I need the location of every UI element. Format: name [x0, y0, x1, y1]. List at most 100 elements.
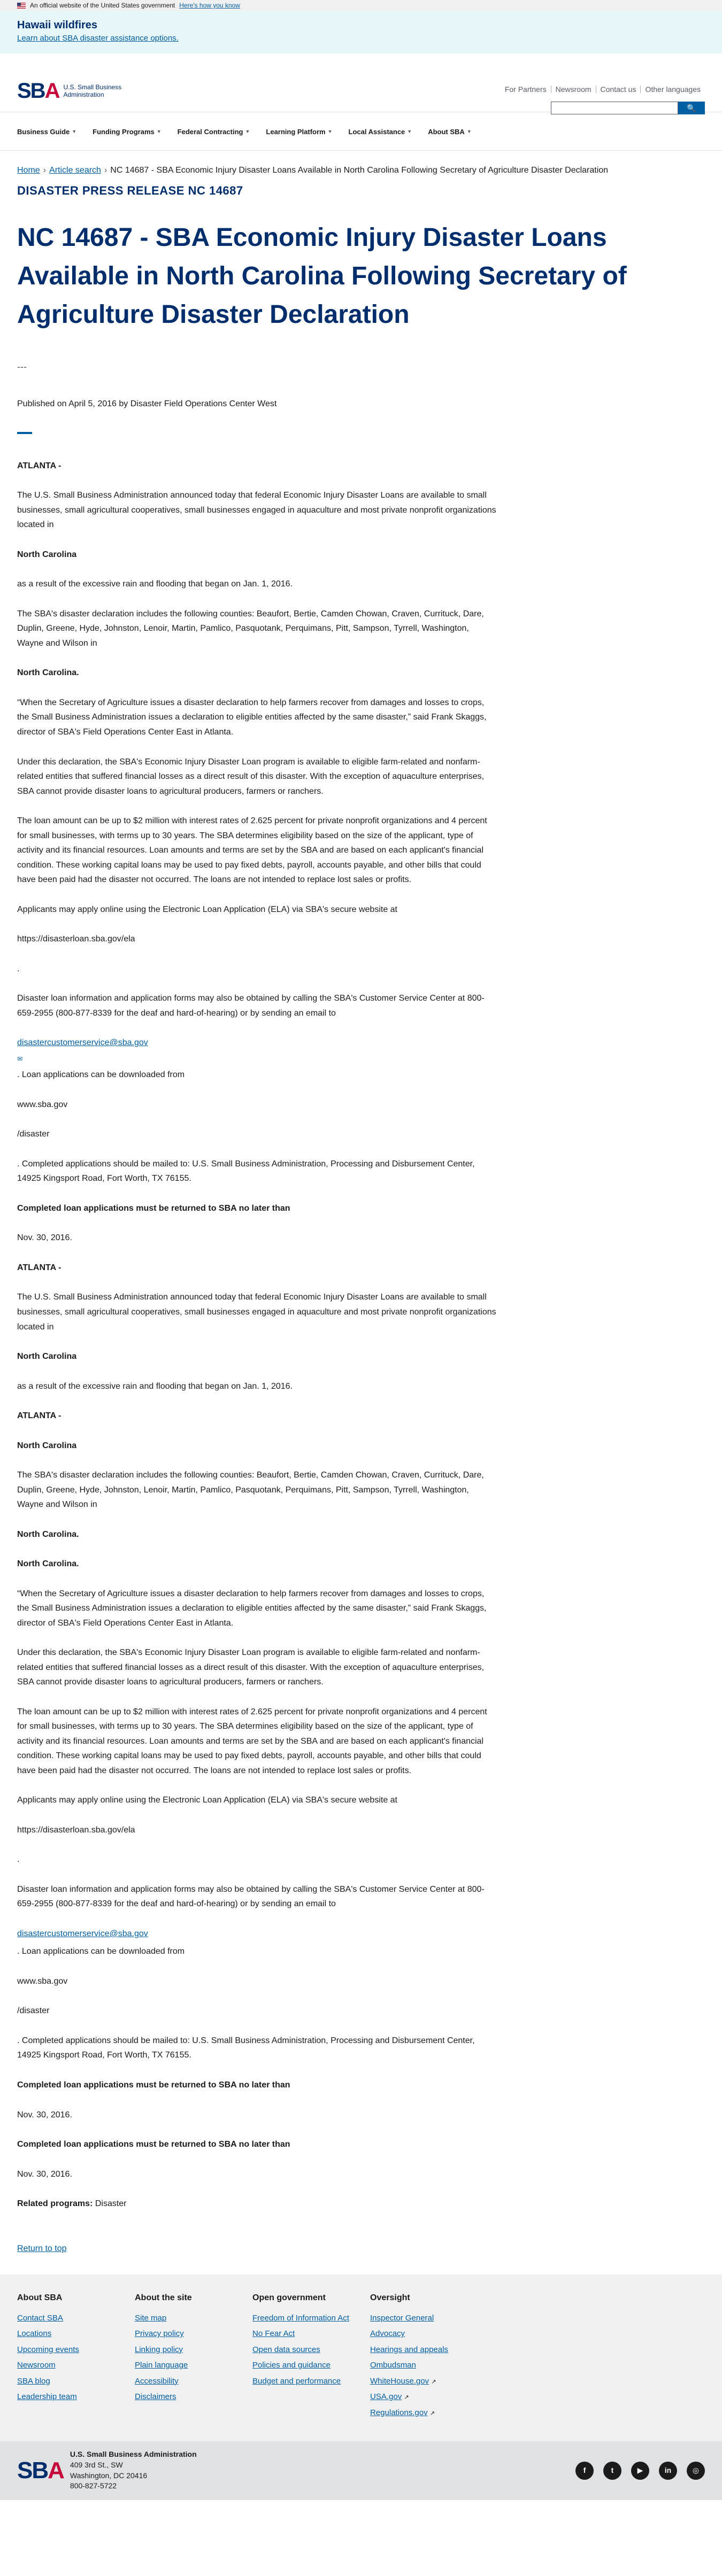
nav-learning-platform[interactable]: Learning Platform ▼ — [266, 127, 332, 137]
gov-banner-link[interactable]: Here's how you know — [179, 1, 240, 10]
alert-banner: Hawaii wildfires Learn about SBA disaste… — [0, 11, 722, 53]
footer-column-about-site: About the site Site map Privacy policy L… — [135, 2292, 252, 2441]
state-name: North Carolina — [17, 550, 77, 559]
chevron-down-icon: ▼ — [407, 128, 412, 134]
paragraph-mail: . Completed applications should be maile… — [17, 2036, 475, 2060]
search-form: 🔍 — [551, 102, 705, 114]
footer-link[interactable]: Newsroom — [17, 2361, 56, 2370]
related-programs-value: Disaster — [95, 2199, 127, 2209]
utility-link-contact[interactable]: Contact us — [595, 86, 641, 93]
dateline: ATLANTA - — [17, 461, 62, 470]
search-icon: 🔍 — [687, 103, 696, 112]
chevron-down-icon: ▼ — [466, 128, 472, 134]
footer-link[interactable]: Open data sources — [252, 2345, 320, 2354]
published-info: Published on April 5, 2016 by Disaster F… — [17, 399, 277, 408]
footer-link[interactable]: Disclaimers — [135, 2392, 176, 2401]
footer-column-open-government: Open government Freedom of Information A… — [252, 2292, 370, 2441]
article-body: ATLANTA - The U.S. Small Business Admini… — [0, 434, 513, 2211]
sba-logo[interactable]: SBA U.S. Small Business Administration — [17, 80, 121, 102]
paragraph-download: . Loan applications can be downloaded fr… — [17, 1070, 185, 1080]
email-link[interactable]: disastercustomerservice@sba.gov — [17, 1038, 148, 1047]
footer-link[interactable]: Accessibility — [135, 2377, 179, 2386]
deadline-date: Nov. 30, 2016. — [17, 1233, 72, 1243]
external-link-icon: ↗ — [429, 2410, 435, 2417]
instagram-icon[interactable]: ◎ — [687, 2461, 705, 2480]
footer-link[interactable]: USA.gov — [370, 2392, 402, 2401]
twitter-icon[interactable]: t — [603, 2461, 621, 2480]
nav-business-guide[interactable]: Business Guide ▼ — [17, 127, 76, 137]
facebook-icon[interactable]: f — [575, 2461, 594, 2480]
footer-link[interactable]: Leadership team — [17, 2392, 77, 2401]
footer-link[interactable]: No Fear Act — [252, 2329, 295, 2338]
email-link[interactable]: disastercustomerservice@sba.gov — [17, 1929, 148, 1938]
footer-link[interactable]: Linking policy — [135, 2345, 183, 2354]
footer-link[interactable]: Contact SBA — [17, 2314, 63, 2323]
footer-link[interactable]: Policies and guidance — [252, 2361, 331, 2370]
related-programs-label: Related programs: — [17, 2199, 93, 2209]
nav-local-assistance[interactable]: Local Assistance ▼ — [349, 127, 412, 137]
chevron-down-icon: ▼ — [156, 128, 162, 134]
search-button[interactable]: 🔍 — [678, 102, 705, 114]
footer-link[interactable]: Advocacy — [370, 2329, 405, 2338]
paragraph-apply: Applicants may apply online using the El… — [17, 1796, 397, 1805]
footer-address: U.S. Small Business Administration 409 3… — [70, 2449, 197, 2491]
footer-link[interactable]: Inspector General — [370, 2314, 434, 2323]
footer-link[interactable]: Hearings and appeals — [370, 2345, 448, 2354]
linkedin-icon[interactable]: in — [659, 2461, 677, 2480]
footer-link[interactable]: Plain language — [135, 2361, 188, 2370]
chevron-down-icon: ▼ — [327, 128, 333, 134]
breadcrumb-home[interactable]: Home — [17, 164, 40, 177]
nav-funding-programs[interactable]: Funding Programs ▼ — [93, 127, 161, 137]
alert-link[interactable]: Learn about SBA disaster assistance opti… — [17, 34, 179, 43]
breadcrumb-article-search[interactable]: Article search — [49, 164, 101, 177]
paragraph-result: as a result of the excessive rain and fl… — [17, 1381, 293, 1391]
footer-link[interactable]: Freedom of Information Act — [252, 2314, 349, 2323]
deadline-label: Completed loan applications must be retu… — [17, 2080, 290, 2090]
footer-link[interactable]: SBA blog — [17, 2377, 50, 2386]
deadline-label: Completed loan applications must be retu… — [17, 2140, 290, 2149]
external-link-icon: ↗ — [404, 2394, 409, 2401]
state-name: North Carolina — [17, 1441, 77, 1450]
search-input[interactable] — [551, 102, 678, 114]
utility-link-partners[interactable]: For Partners — [501, 86, 551, 93]
state-name: North Carolina — [17, 1352, 77, 1362]
return-to-top: Return to top — [0, 2226, 722, 2275]
footer-link[interactable]: Locations — [17, 2329, 51, 2338]
return-to-top-link[interactable]: Return to top — [17, 2244, 67, 2253]
nav-about-sba[interactable]: About SBA ▼ — [428, 127, 472, 137]
paragraph-download: . Loan applications can be downloaded fr… — [17, 1947, 185, 1956]
footer-link[interactable]: Regulations.gov — [370, 2408, 428, 2417]
footer-address-line1: 409 3rd St., SW — [70, 2460, 123, 2469]
footer-link[interactable]: Privacy policy — [135, 2329, 184, 2338]
breadcrumb-current: NC 14687 - SBA Economic Injury Disaster … — [110, 166, 609, 175]
paragraph-amount: The loan amount can be up to $2 million … — [17, 816, 487, 885]
footer-link[interactable]: Upcoming events — [17, 2345, 79, 2354]
state-name: North Carolina. — [17, 1529, 79, 1539]
disaster-path: /disaster — [17, 1130, 50, 1139]
disaster-path: /disaster — [17, 2006, 50, 2016]
youtube-icon[interactable]: ▶ — [631, 2461, 649, 2480]
footer-link[interactable]: Budget and performance — [252, 2377, 341, 2386]
social-links: f t ▶ in ◎ — [575, 2461, 705, 2480]
dateline: ATLANTA - — [17, 1263, 62, 1272]
utility-link-newsroom[interactable]: Newsroom — [550, 86, 596, 93]
paragraph-apply: Applicants may apply online using the El… — [17, 904, 397, 914]
site-footer: About SBA Contact SBA Locations Upcoming… — [0, 2274, 722, 2441]
article-kicker: DISASTER PRESS RELEASE NC 14687 — [17, 184, 243, 197]
chevron-right-icon: › — [43, 166, 47, 175]
chevron-down-icon: ▼ — [245, 128, 250, 134]
footer-link[interactable]: Site map — [135, 2314, 166, 2323]
paragraph-amount: The loan amount can be up to $2 million … — [17, 1707, 487, 1775]
dateline: ATLANTA - — [17, 1411, 62, 1421]
footer-link[interactable]: Ombudsman — [370, 2361, 416, 2370]
footer-phone: 800-827-5722 — [70, 2481, 117, 2490]
paragraph-info: Disaster loan information and applicatio… — [17, 994, 485, 1018]
footer-address-line2: Washington, DC 20416 — [70, 2471, 148, 2480]
footer-link[interactable]: WhiteHouse.gov — [370, 2377, 429, 2386]
utility-links: For Partners Newsroom Contact us Other l… — [501, 86, 705, 93]
footer-column-title: Oversight — [370, 2293, 410, 2302]
sba-footer-logo[interactable]: SBA — [17, 2458, 65, 2482]
nav-federal-contracting[interactable]: Federal Contracting ▼ — [178, 127, 250, 137]
chevron-down-icon: ▼ — [72, 128, 77, 134]
utility-link-languages[interactable]: Other languages — [640, 86, 705, 93]
